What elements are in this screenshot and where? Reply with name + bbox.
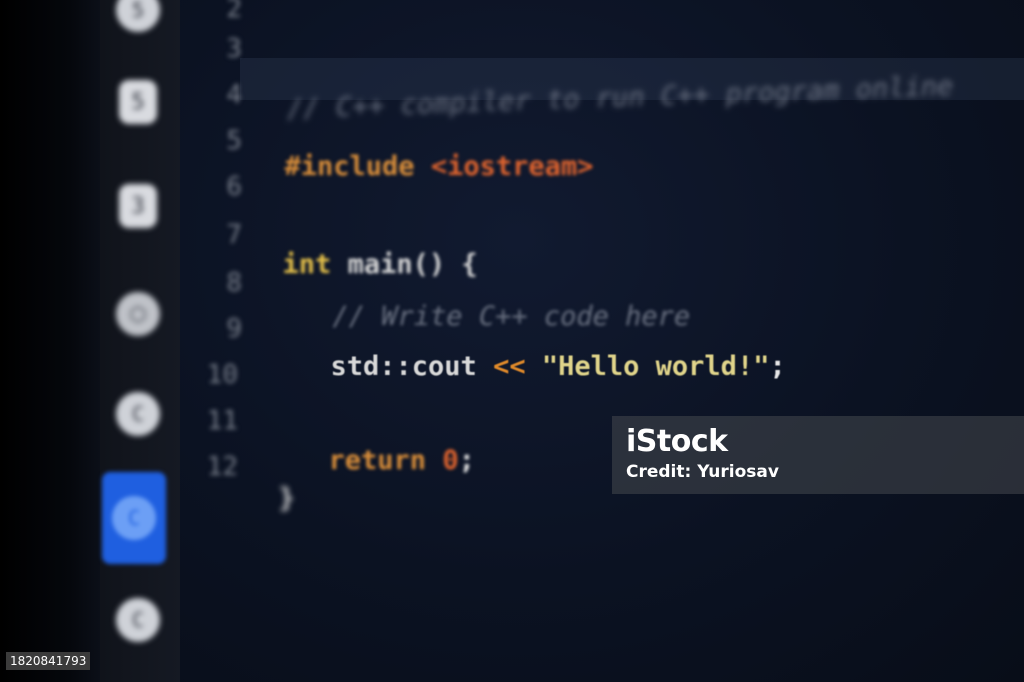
html5-icon[interactable]: 5: [114, 0, 162, 34]
number-token: 0: [442, 445, 459, 476]
include-library-token: <iostream>: [430, 151, 594, 182]
code-line-close: }: [246, 452, 295, 514]
line-number: 4: [226, 80, 242, 110]
line-number: 8: [226, 268, 242, 298]
code-line-cout: std::cout << "Hello world!";: [298, 320, 786, 382]
csharp-icon[interactable]: C: [114, 596, 162, 644]
keyword-token: return: [328, 445, 427, 476]
operator-token: <<: [493, 351, 526, 382]
preprocessor-token: #include: [284, 151, 415, 182]
credit-text: Credit: Yuriosav: [626, 462, 779, 482]
punctuation-token: ;: [458, 445, 475, 476]
line-number: 7: [226, 220, 242, 250]
code-line-return: return 0;: [296, 414, 475, 476]
istock-watermark: iStock Credit: Yuriosav: [612, 416, 1024, 494]
screen-bezel: [0, 0, 100, 682]
line-number: 9: [226, 314, 242, 344]
cplusplus-icon[interactable]: C: [114, 390, 162, 438]
code-line-include: #include <iostream>: [252, 120, 594, 182]
css3-icon[interactable]: 5: [114, 78, 162, 126]
line-number: 11: [206, 406, 238, 436]
istock-logo: iStock: [626, 424, 728, 459]
c-icon[interactable]: C: [102, 472, 166, 564]
line-number: 2: [226, 0, 242, 24]
line-number: 5: [226, 126, 242, 156]
identifier-token: std::cout: [330, 351, 477, 382]
brace-token: }: [278, 483, 295, 514]
css3-icon[interactable]: 3: [114, 182, 162, 230]
nodejs-icon[interactable]: ⬡: [114, 290, 162, 338]
string-token: "Hello world!": [541, 351, 770, 382]
line-number: 10: [206, 360, 238, 390]
line-number: 6: [226, 172, 242, 202]
line-number: 3: [226, 34, 242, 64]
line-number: 12: [206, 452, 238, 482]
image-id-label: 1820841793: [6, 652, 91, 670]
punctuation-token: ;: [769, 351, 786, 382]
